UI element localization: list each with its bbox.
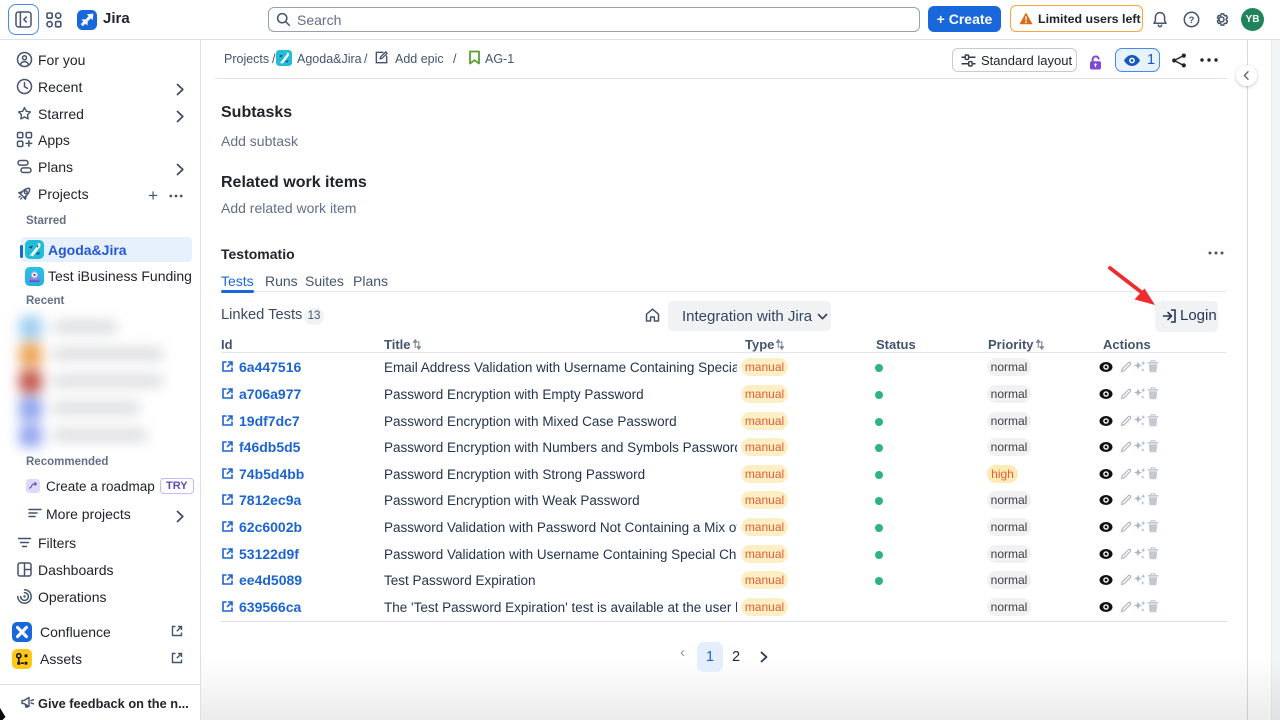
svg-text:?: ? — [1189, 15, 1195, 26]
